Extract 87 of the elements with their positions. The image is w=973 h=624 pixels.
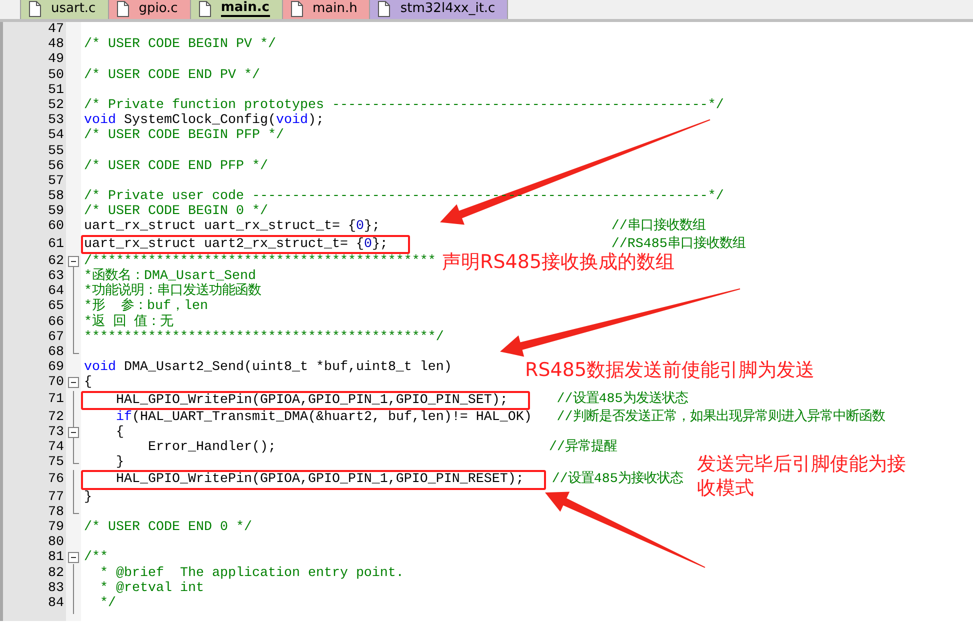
file-icon [198, 0, 211, 16]
fold-minus-icon[interactable] [68, 256, 79, 267]
line-number: 73 [47, 424, 65, 440]
code-line: *返 回 值：无 [83, 314, 173, 330]
code-line: ********************************************/ [83, 330, 444, 345]
code-line: void DMA_Usart2_Send(uint8_t *buf,uint8_t len) [83, 360, 452, 376]
code-line: Error_Handler(); [146, 440, 276, 456]
line-number: 72 [47, 410, 65, 425]
line-number: 84 [47, 596, 65, 612]
line-number: 57 [47, 174, 65, 190]
code-line: /******************************************* [83, 254, 436, 269]
line-number: 59 [47, 204, 65, 220]
line-number: 79 [47, 520, 65, 536]
line-number: 83 [47, 580, 65, 596]
file-tab[interactable]: main.h [282, 0, 370, 19]
code-line: *功能说明：串口发送功能函数 [83, 284, 261, 300]
line-number: 53 [47, 113, 65, 128]
line-number: 55 [47, 144, 65, 159]
line-number: 60 [47, 219, 65, 235]
code-comment: //串口接收数组 [611, 219, 706, 235]
file-icon [378, 0, 390, 16]
code-comment: //判断是否发送正常，如果出现异常则进入异常中断函数 [556, 410, 885, 425]
code-line: if(HAL_UART_Transmit_DMA(&huart2, buf,len)!= HAL_OK) [114, 410, 532, 425]
line-number: 62 [47, 254, 65, 270]
file-tab[interactable]: main.c [190, 0, 283, 19]
file-tab[interactable]: gpio.c [108, 0, 191, 19]
line-number: 76 [47, 472, 65, 488]
code-line: { [83, 375, 92, 391]
code-line: /* USER CODE BEGIN 0 */ [83, 204, 268, 220]
code-line: } [83, 490, 92, 505]
annotation-text: 发送完毕后引脚使能为接收模式 [697, 452, 907, 500]
line-number: 58 [47, 189, 65, 204]
line-number: 68 [47, 344, 65, 360]
line-number: 61 [47, 236, 65, 252]
code-line: /* USER CODE END PV */ [83, 68, 260, 83]
file-icon [290, 0, 303, 16]
code-line: * @brief The application entry point. [98, 566, 404, 581]
code-line: } [114, 455, 124, 470]
line-number: 49 [47, 52, 65, 68]
line-number: 52 [47, 98, 65, 114]
line-number: 75 [47, 455, 65, 470]
line-number: 47 [47, 22, 65, 38]
code-comment: //异常提醒 [549, 440, 617, 456]
line-number: 71 [47, 392, 65, 408]
file-icon [29, 0, 41, 16]
line-number: 69 [47, 360, 65, 376]
code-comment: //RS485串口接收数组 [611, 236, 746, 252]
code-line: */ [98, 596, 116, 612]
code-line: { [114, 424, 124, 440]
line-number: 81 [47, 550, 65, 566]
line-number: 48 [47, 37, 65, 52]
line-number: 63 [47, 269, 65, 284]
code-comment: //设置485为接收状态 [552, 472, 683, 488]
file-tab[interactable]: usart.c [20, 0, 109, 19]
line-number: 50 [47, 68, 65, 83]
code-line: /* USER CODE BEGIN PV */ [83, 37, 276, 52]
line-number: 64 [47, 284, 65, 300]
fold-minus-icon[interactable] [68, 552, 79, 564]
code-line: void SystemClock_Config(void); [83, 113, 324, 128]
annotation-text: RS485数据发送前使能引脚为发送 [525, 358, 815, 382]
code-line: uart_rx_struct uart_rx_struct_t= {0}; [83, 219, 380, 235]
fold-minus-icon[interactable] [68, 377, 79, 388]
code-comment: //设置485为发送状态 [556, 392, 688, 408]
line-number: 78 [47, 504, 65, 520]
line-number: 77 [47, 490, 65, 505]
code-line: /* USER CODE END 0 */ [83, 520, 252, 536]
line-number: 56 [47, 158, 65, 174]
line-number: 82 [47, 566, 65, 581]
fold-minus-icon[interactable] [68, 426, 79, 438]
line-number: 80 [47, 535, 65, 550]
code-line: *形 参：buf，len [83, 299, 208, 314]
code-line: /* Private function prototypes -----------------------------------------------*/ [83, 98, 724, 113]
line-number: 65 [47, 299, 65, 315]
file-tab[interactable]: stm32l4xx_it.c [369, 0, 508, 19]
annotation-text: 声明RS485接收换成的数组 [442, 250, 675, 274]
line-number: 67 [47, 330, 65, 345]
code-line: *函数名：DMA_Usart_Send [83, 269, 256, 284]
line-number: 74 [47, 440, 65, 456]
line-number: 66 [47, 314, 65, 330]
line-number: 70 [47, 375, 65, 391]
code-line: /* USER CODE END PFP */ [83, 158, 268, 174]
line-number: 51 [47, 82, 65, 98]
code-line: /** [83, 550, 108, 566]
line-number: 54 [47, 128, 65, 144]
code-line: /* USER CODE BEGIN PFP */ [83, 128, 284, 144]
code-line: * @retval int [98, 580, 204, 596]
file-icon [116, 0, 129, 16]
